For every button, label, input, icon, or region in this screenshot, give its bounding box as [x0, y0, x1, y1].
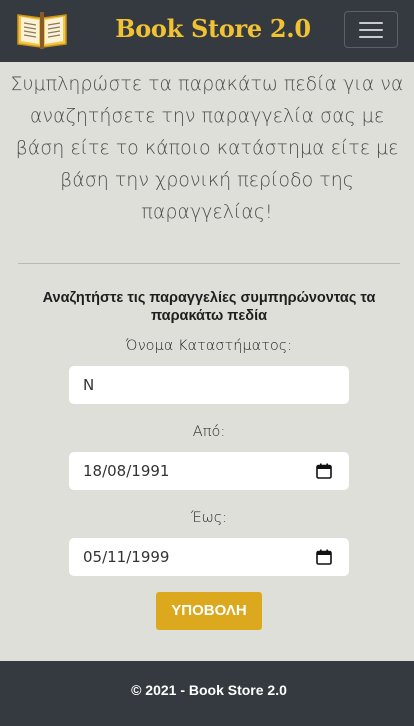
- divider: [18, 263, 400, 264]
- store-name-label: Όνομα Καταστήματος:: [125, 338, 293, 354]
- form-title: Αναζητήστε τις παραγγελίες συμπηρώνοντας…: [42, 290, 376, 324]
- intro-text: Συμπληρώστε τα παρακάτω πεδία για να ανα…: [10, 73, 404, 223]
- hamburger-menu-icon: [359, 22, 383, 24]
- store-name-input[interactable]: N: [69, 366, 349, 404]
- to-date-value: 05/11/1999: [83, 548, 170, 566]
- submit-button[interactable]: ΥΠΟΒΟΛΗ: [156, 592, 262, 630]
- footer: © 2021 - Book Store 2.0: [0, 661, 414, 726]
- calendar-icon[interactable]: [316, 463, 332, 479]
- to-date-label: Έως:: [190, 510, 228, 526]
- footer-copyright: © 2021 - Book Store 2.0: [131, 682, 287, 698]
- from-date-value: 18/08/1991: [83, 462, 170, 480]
- menu-toggle-button[interactable]: [344, 11, 398, 48]
- from-date-input[interactable]: 18/08/1991: [69, 452, 349, 490]
- calendar-icon[interactable]: [316, 549, 332, 565]
- from-date-label: Από:: [192, 424, 226, 440]
- to-date-input[interactable]: 05/11/1999: [69, 538, 349, 576]
- navbar: Book Store 2.0: [0, 0, 414, 62]
- store-name-value: N: [83, 376, 95, 394]
